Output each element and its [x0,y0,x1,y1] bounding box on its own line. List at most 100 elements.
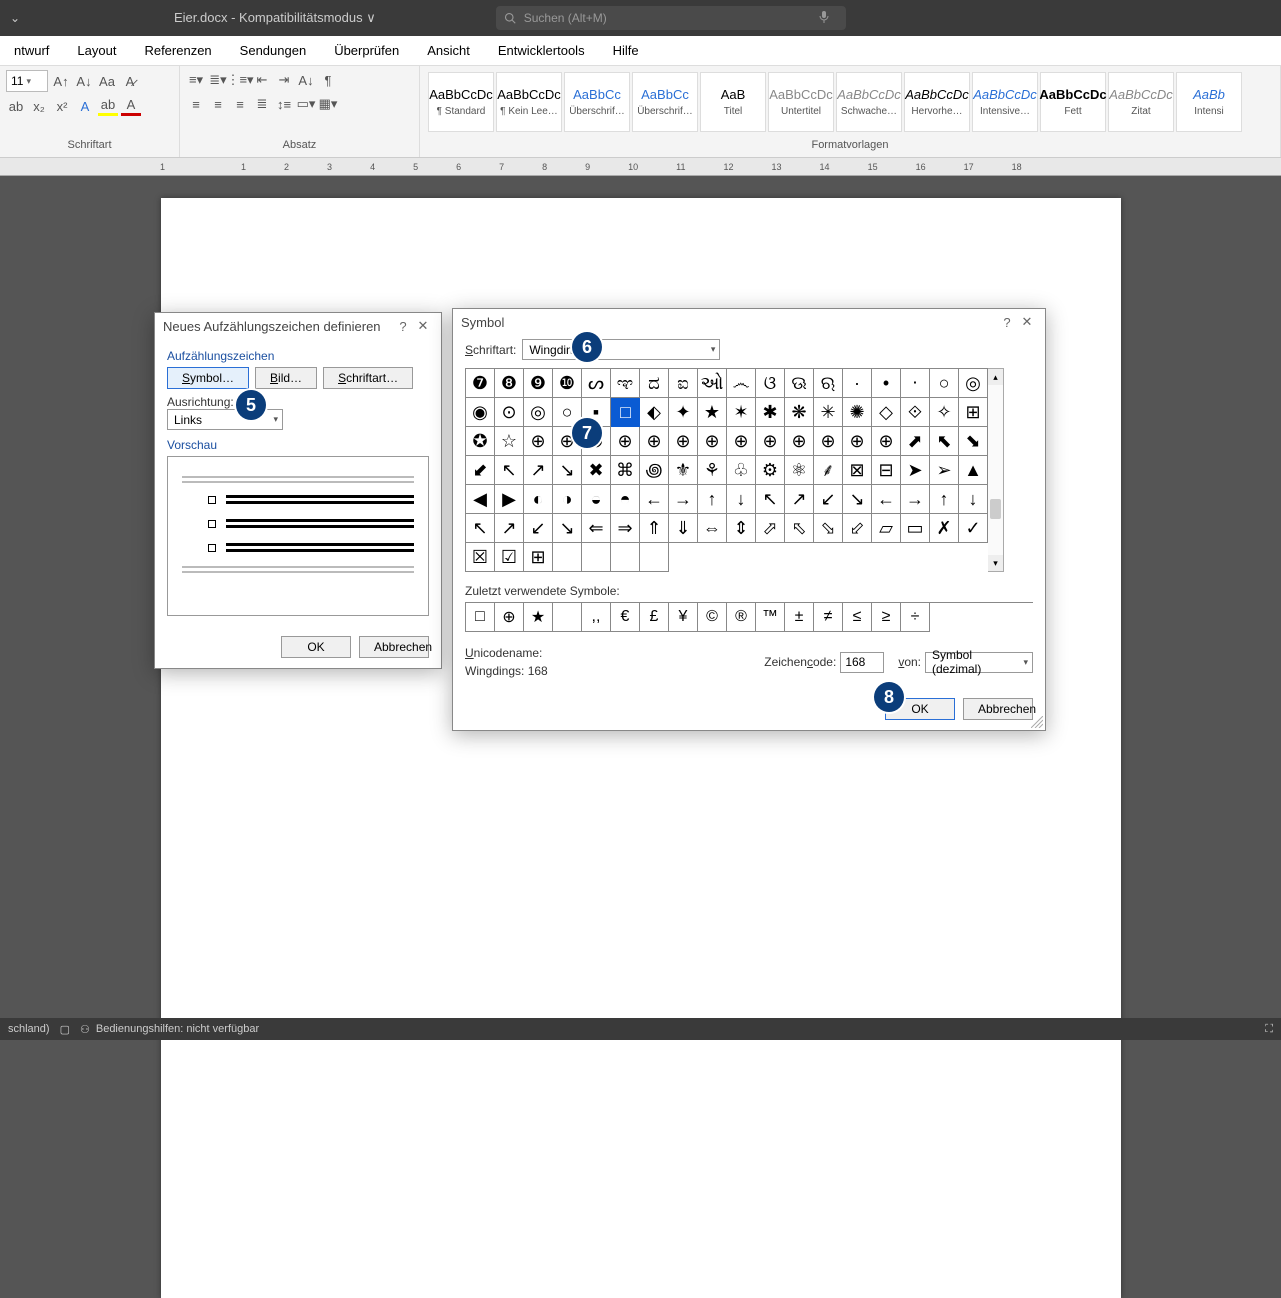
symbol-cell[interactable]: ⊠ [843,456,872,485]
recent-symbol-cell[interactable]: ≠ [814,603,843,632]
symbol-cell[interactable]: ⊕ [785,427,814,456]
symbol-cell[interactable]: ⇔ [698,514,727,543]
symbol-cell[interactable]: ↘ [553,456,582,485]
tab-entwicklertools[interactable]: Entwicklertools [484,38,599,63]
recent-symbol-cell[interactable]: ★ [524,603,553,632]
symbol-cell[interactable]: ☆ [495,427,524,456]
symbol-cell[interactable]: ⚜ [669,456,698,485]
code-input[interactable] [840,652,884,673]
symbol-button[interactable]: Symbol… [167,367,249,389]
symbol-cell[interactable]: ▶ [495,485,524,514]
recent-symbol-cell[interactable]: ¥ [669,603,698,632]
style-item[interactable]: AaBbCcDcHervorhe… [904,72,970,132]
symbol-cell[interactable]: ಐ [669,369,698,398]
symbol-cell[interactable]: ⬈ [901,427,930,456]
symbol-cell[interactable]: ⇒ [611,514,640,543]
cancel-button[interactable]: Abbrechen [359,636,429,658]
symbol-cell[interactable]: ❋ [785,398,814,427]
symbol-cell[interactable]: • [872,369,901,398]
dropdown-icon[interactable]: ⌄ [10,11,24,25]
search-box[interactable]: Suchen (Alt+M) [496,6,846,30]
symbol-cell[interactable]: ✖ [582,456,611,485]
superscript-icon[interactable]: x² [52,96,72,116]
symbol-scrollbar[interactable]: ▴ ▾ [988,368,1004,572]
tab-layout[interactable]: Layout [63,38,130,63]
text-effects-icon[interactable]: A [75,96,95,116]
symbol-cell[interactable]: ଋ [814,369,843,398]
recent-symbol-cell[interactable]: □ [466,603,495,632]
symbol-cell[interactable]: ◑ [553,485,582,514]
recent-symbol-cell[interactable]: © [698,603,727,632]
symbol-cell[interactable] [640,543,669,572]
symbol-cell[interactable]: ⊞ [524,543,553,572]
font-button[interactable]: Schriftart… [323,367,413,389]
style-item[interactable]: AaBbCcDcZitat [1108,72,1174,132]
symbol-cell[interactable]: ⊕ [669,427,698,456]
decrease-font-icon[interactable]: A↓ [74,71,94,91]
symbol-cell[interactable]: ✧ [930,398,959,427]
image-button[interactable]: Bild… [255,367,317,389]
symbol-cell[interactable]: ⚘ [698,456,727,485]
symbol-cell[interactable] [611,543,640,572]
symbol-cell[interactable]: ↑ [698,485,727,514]
symbol-cell[interactable] [582,543,611,572]
symbol-cell[interactable]: ◇ [872,398,901,427]
symbol-cell[interactable]: ⊕ [727,427,756,456]
symbol-cell[interactable]: ⇓ [669,514,698,543]
symbol-cell[interactable]: □ [611,398,640,427]
symbol-cell[interactable]: ଓ [756,369,785,398]
style-item[interactable]: AaBbCcÜberschrif… [564,72,630,132]
tab-ueberpruefen[interactable]: Überprüfen [320,38,413,63]
symbol-cell[interactable]: ✶ [727,398,756,427]
change-case-icon[interactable]: Aa [97,71,117,91]
align-right-icon[interactable]: ≡ [230,94,250,114]
font-color-icon[interactable]: A [121,96,141,116]
increase-font-icon[interactable]: A↑ [51,71,71,91]
symbol-cell[interactable]: ↖ [495,456,524,485]
accessibility-icon[interactable]: ⚇ [80,1023,90,1036]
recent-symbol-cell[interactable]: ± [785,603,814,632]
symbol-cell[interactable]: ⬖ [640,398,669,427]
symbol-cell[interactable]: ⟐ [901,398,930,427]
symbol-cell[interactable]: ⊕ [640,427,669,456]
recent-symbol-cell[interactable]: ,, [582,603,611,632]
symbol-cell[interactable]: ✪ [466,427,495,456]
symbol-cell[interactable]: ↘ [843,485,872,514]
recent-symbol-cell[interactable]: ™ [756,603,785,632]
symbol-cell[interactable]: ⊕ [872,427,901,456]
symbol-cell[interactable]: ⊟ [872,456,901,485]
symbol-cell[interactable]: → [901,485,930,514]
symbol-cell[interactable]: ᔕ [582,369,611,398]
align-center-icon[interactable]: ≡ [208,94,228,114]
symbol-cell[interactable]: ◉ [466,398,495,427]
style-item[interactable]: AaBbCcDcFett [1040,72,1106,132]
style-item[interactable]: AaBbCcDc¶ Standard [428,72,494,132]
symbol-cell[interactable]: ⋅ [901,369,930,398]
symbol-cell[interactable]: ← [872,485,901,514]
symbol-cell[interactable]: ↗ [495,514,524,543]
tab-sendungen[interactable]: Sendungen [226,38,321,63]
symbol-cell[interactable]: ▭ [901,514,930,543]
symbol-cell[interactable]: ↖ [466,514,495,543]
symbol-cell[interactable]: ↗ [524,456,553,485]
symbol-cell[interactable]: ↓ [727,485,756,514]
style-item[interactable]: AaBbCcDcIntensive… [972,72,1038,132]
style-item[interactable]: AaBbCcDc¶ Kein Lee… [496,72,562,132]
symbol-cell[interactable]: · [843,369,872,398]
symbol-cell[interactable]: ☑ [495,543,524,572]
from-select[interactable]: Symbol (dezimal) ▾ [925,652,1033,673]
symbol-cell[interactable]: ❽ [495,369,524,398]
symbol-cell[interactable]: ◒ [582,485,611,514]
bullets-icon[interactable]: ≡▾ [186,70,206,90]
help-icon[interactable]: ? [997,315,1017,330]
symbol-cell[interactable]: ▱ [872,514,901,543]
record-icon[interactable]: ▢ [60,1023,70,1036]
line-spacing-icon[interactable]: ↕≡ [274,94,294,114]
symbol-cell[interactable]: ⸙ [814,456,843,485]
cancel-button[interactable]: Abbrechen [963,698,1033,720]
symbol-cell[interactable]: ← [640,485,669,514]
language-status[interactable]: schland) [8,1023,50,1035]
sort-icon[interactable]: A↓ [296,70,316,90]
tab-entwurf[interactable]: ntwurf [0,38,63,63]
decrease-indent-icon[interactable]: ⇤ [252,70,272,90]
